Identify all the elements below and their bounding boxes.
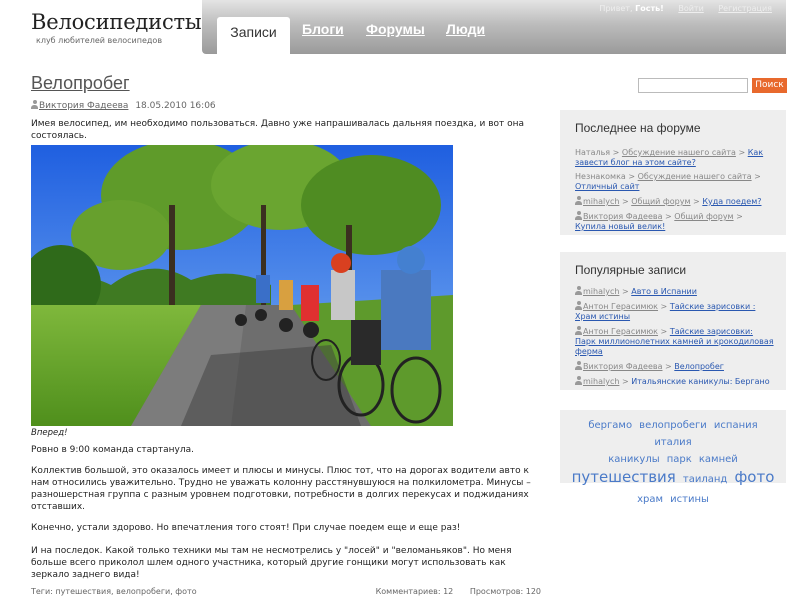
search-input[interactable] [638,78,748,93]
post-paragraph: Конечно, устали здорово. Но впечатления … [31,523,461,533]
tab-posts[interactable]: Записи [217,17,290,54]
greeting-text: Привет, [599,4,633,13]
user-icon [575,376,582,385]
forum-user-link[interactable]: Виктория Фадеева [583,212,663,221]
post-author-link[interactable]: Виктория Фадеева [39,101,128,111]
tag-link[interactable]: бергамо [588,420,632,431]
forum-user-link[interactable]: mihalych [583,197,619,206]
forum-widget: Последнее на форуме Наталья > Обсуждение… [560,110,786,235]
user-bar: Привет, Гость! Войти Регистрация [599,4,772,13]
popular-user-link[interactable]: Антон Герасимюк [583,302,658,311]
list-item: mihalych > Авто в Испании [575,286,775,297]
popular-user-link[interactable]: Виктория Фадеева [583,362,663,371]
popular-list: mihalych > Авто в Испании Антон Герасимю… [575,286,775,391]
views-count: Просмотров: 120 [469,587,541,596]
post-paragraph: И на последок. Какой только техники мы т… [31,546,512,580]
forum-group-link[interactable]: Общий форум [674,212,733,221]
post-date: 18.05.2010 16:06 [135,101,216,111]
post-photo[interactable] [31,145,453,426]
popular-user-link[interactable]: mihalych [583,377,619,386]
tag-link[interactable]: таиланд [683,474,727,485]
forum-topic-link[interactable]: Отличный сайт [575,182,639,191]
post-paragraph: Коллектив большой, это оказалось имеет и… [31,466,531,512]
post-meta: Виктория Фадеева 18.05.2010 16:06 [31,100,216,111]
popular-post-link[interactable]: Итальянские каникулы: Бергано [631,377,769,386]
forum-user[interactable]: Незнакомка [575,172,626,181]
list-item: Виктория Фадеева > Общий форум > Купила … [575,211,743,231]
tab-forums[interactable]: Форумы [366,21,425,37]
list-item: Антон Герасимюк > Тайские зарисовки : Хр… [575,301,756,321]
login-link[interactable]: Войти [678,4,703,13]
list-item: Антон Герасимюк > Тайские зарисовки: Пар… [575,326,774,356]
post-title[interactable]: Велопробег [31,73,130,94]
user-icon [575,196,582,205]
forum-topic-link[interactable]: Куда поедем? [702,197,761,206]
search-button[interactable]: Поиск [752,78,787,93]
popular-widget: Популярные записи mihalych > Авто в Испа… [560,252,786,390]
tag-link[interactable]: храм [637,494,663,505]
forum-group-link[interactable]: Общий форум [631,197,690,206]
widget-title: Последнее на форуме [575,121,701,135]
tab-blogs[interactable]: Блоги [302,21,344,37]
forum-user[interactable]: Наталья [575,148,610,157]
tag-link[interactable]: велопробеги [639,420,707,431]
tag-link[interactable]: путешествия [572,468,676,486]
list-item: mihalych > Общий форум > Куда поедем? [575,196,775,207]
popular-post-link[interactable]: Авто в Испании [631,287,697,296]
list-item: Виктория Фадеева > Велопробег [575,361,775,372]
tag-link[interactable]: камней [699,454,738,465]
post-stats: Комментариев: 12 Просмотров: 120 [362,587,541,596]
forum-topic-link[interactable]: Купила новый велик! [575,222,665,231]
header: Велосипедисты клуб любителей велосипедов… [0,0,800,56]
user-icon [575,211,582,220]
popular-user-link[interactable]: Антон Герасимюк [583,327,658,336]
tab-people[interactable]: Люди [446,21,485,37]
cyclists-on-road-image [31,145,453,426]
guest-name: Гость! [635,4,664,13]
tag-link[interactable]: каникулы [608,454,659,465]
list-item: Наталья > Обсуждение нашего сайта > Как … [575,148,764,167]
site-logo[interactable]: Велосипедисты [31,10,202,34]
widget-title: Популярные записи [575,263,687,277]
popular-user-link[interactable]: mihalych [583,287,619,296]
tag-link[interactable]: парк [667,454,692,465]
comments-count[interactable]: Комментариев: 12 [376,587,454,596]
user-icon [31,100,38,109]
tag-link[interactable]: италия [654,437,691,448]
user-icon [575,301,582,310]
popular-post-link[interactable]: Велопробег [674,362,724,371]
list-item: Незнакомка > Обсуждение нашего сайта > О… [575,172,761,191]
user-icon [575,326,582,335]
photo-caption: Вперед! [31,428,68,438]
tag-link[interactable]: фото [734,468,774,486]
main-nav: Записи Блоги Форумы Люди Привет, Гость! … [202,0,786,54]
post-footer: Теги: путешествия, велопробеги, фото Ком… [31,587,541,596]
tag-link[interactable]: испания [714,420,758,431]
forum-group-link[interactable]: Обсуждение нашего сайта [622,148,736,157]
forum-group-link[interactable]: Обсуждение нашего сайта [638,172,752,181]
site-tagline: клуб любителей велосипедов [36,36,163,45]
tag-cloud: бергамо велопробеги испания италия каник… [560,410,786,505]
user-icon [575,286,582,295]
user-icon [575,361,582,370]
list-item: mihalych > Итальянские каникулы: Бергано [575,376,775,387]
post-tags: Теги: путешествия, велопробеги, фото [31,587,197,596]
post-intro: Имея велосипед, им необходимо пользовать… [31,119,525,141]
register-link[interactable]: Регистрация [718,4,772,13]
tag-link[interactable]: истины [670,494,709,505]
forum-list: Наталья > Обсуждение нашего сайта > Как … [575,148,775,236]
post-paragraph: Ровно в 9:00 команда стартанула. [31,445,194,455]
